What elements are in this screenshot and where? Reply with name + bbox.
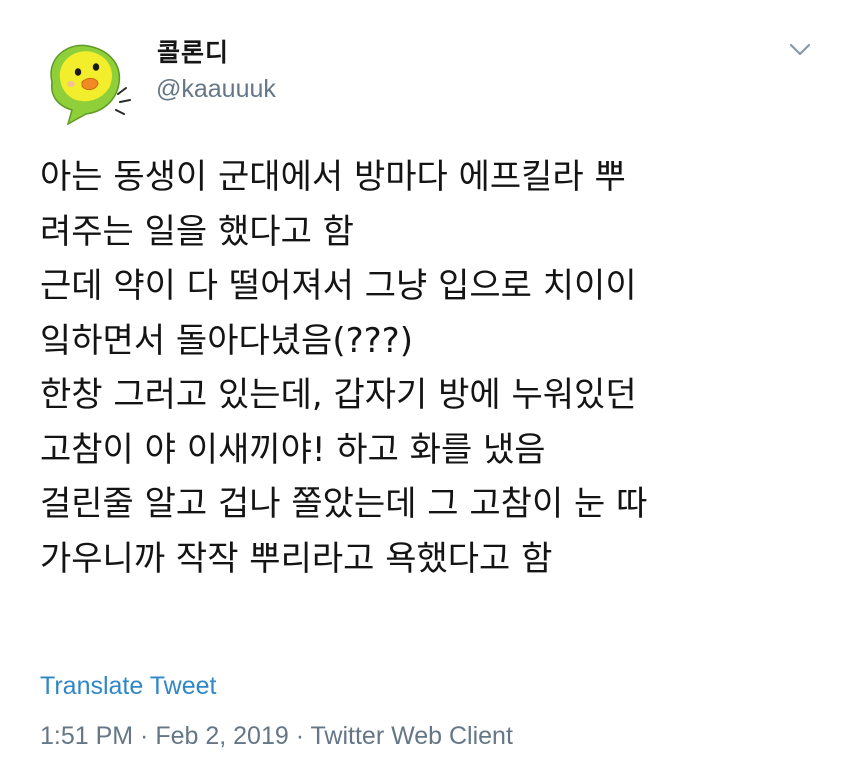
translate-tweet-link[interactable]: Translate Tweet — [40, 672, 216, 701]
yellow-bird-avatar-icon — [50, 44, 131, 126]
tweet-menu-button[interactable] — [786, 40, 814, 60]
tweet-client[interactable]: Twitter Web Client — [311, 722, 513, 750]
tweet-text-line: 걸린줄 알고 겁나 쫄았는데 그 고참이 눈 따 — [40, 484, 648, 524]
tweet-date[interactable]: Feb 2, 2019 — [155, 722, 288, 750]
display-name[interactable]: 콜론디 — [157, 33, 229, 69]
tweet-text: 아는 동생이 군대에서 방마다 에프킬라 뿌 려주는 일을 했다고 함 근데 약… — [40, 150, 830, 586]
tweet-text-line: 아는 동생이 군대에서 방마다 에프킬라 뿌 — [40, 157, 626, 197]
avatar[interactable] — [38, 36, 134, 126]
tweet-text-line: 근데 약이 다 떨어져서 그냥 입으로 치이이 — [40, 266, 637, 306]
tweet-text-line: 려주는 일을 했다고 함 — [40, 211, 354, 252]
tweet-time[interactable]: 1:51 PM — [40, 722, 133, 750]
tweet-text-line: 한창 그러고 있는데, 갑자기 방에 누워있던 — [40, 375, 637, 415]
chevron-down-icon — [789, 43, 811, 56]
tweet-metadata: 1:51 PM · Feb 2, 2019 · Twitter Web Clie… — [40, 722, 513, 751]
meta-separator: · — [133, 722, 156, 750]
tweet-text-line: 고참이 야 이새끼야! 하고 화를 냈음 — [40, 429, 546, 470]
user-handle[interactable]: @kaauuuk — [156, 75, 276, 104]
tweet-card: 콜론디 @kaauuuk 아는 동생이 군대에서 방마다 에프킬라 뿌 려주는 … — [0, 0, 850, 773]
tweet-text-line: 잌하면서 돌아다녔음(???) — [40, 320, 413, 361]
tweet-text-line: 가우니까 작작 뿌리라고 욕했다고 함 — [40, 538, 553, 579]
meta-separator: · — [288, 722, 311, 750]
